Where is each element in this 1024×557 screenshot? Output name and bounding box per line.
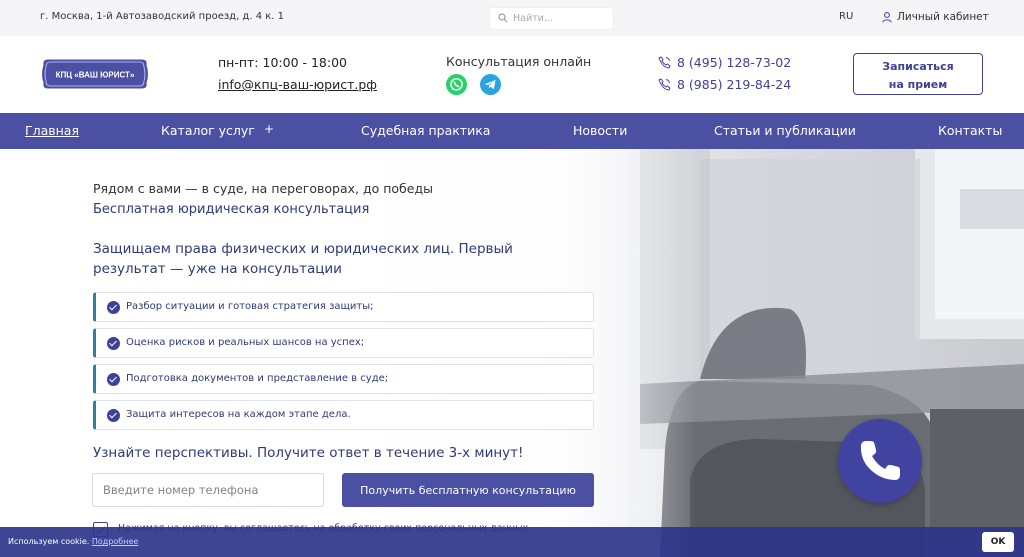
search-icon bbox=[498, 13, 508, 23]
phone-number-1: 8 (495) 128-73-02 bbox=[677, 55, 792, 70]
feature-item: Подготовка документов и представление в … bbox=[93, 364, 594, 394]
prospects-heading: Узнайте перспективы. Получите ответ в те… bbox=[93, 445, 524, 461]
hero-tagline: Рядом с вами — в суде, на переговорах, д… bbox=[93, 181, 433, 196]
nav-item-court-practice[interactable]: Судебная практика bbox=[361, 123, 490, 138]
consult-online-label: Консультация онлайн bbox=[446, 54, 592, 69]
working-hours: пн-пт: 10:00 - 18:00 bbox=[218, 55, 347, 70]
phone-call-icon bbox=[860, 441, 900, 480]
feature-text: Защита интересов на каждом этапе дела. bbox=[126, 409, 351, 420]
nav-item-news[interactable]: Новости bbox=[573, 123, 627, 138]
hero-section: Рядом с вами — в суде, на переговорах, д… bbox=[0, 149, 1024, 557]
feature-item: Разбор ситуации и готовая стратегия защи… bbox=[93, 292, 594, 322]
cookie-message: Используем cookie. Подробнее bbox=[8, 537, 138, 546]
hero-free-consult: Бесплатная юридическая консультация bbox=[93, 202, 370, 217]
site-header: КПЦ «ВАШ ЮРИСТ» пн-пт: 10:00 - 18:00 inf… bbox=[0, 36, 1024, 113]
check-icon bbox=[107, 409, 120, 422]
company-logo[interactable]: КПЦ «ВАШ ЮРИСТ» bbox=[40, 55, 150, 93]
cookie-more-link[interactable]: Подробнее bbox=[92, 537, 138, 546]
feature-item: Оценка рисков и реальных шансов на успех… bbox=[93, 328, 594, 358]
appointment-label-1: Записаться bbox=[882, 59, 954, 73]
main-nav: Главная Каталог услуг + Судебная практик… bbox=[0, 113, 1024, 149]
phone-link-2[interactable]: 8 (985) 219-84-24 bbox=[658, 77, 791, 92]
cookie-ok-button[interactable]: OK bbox=[982, 532, 1014, 552]
cabinet-label: Личный кабинет bbox=[897, 11, 989, 23]
personal-cabinet-link[interactable]: Личный кабинет bbox=[882, 11, 989, 23]
check-icon bbox=[107, 337, 120, 350]
feature-item: Защита интересов на каждом этапе дела. bbox=[93, 400, 594, 430]
address-text: г. Москва, 1-й Автозаводский проезд, д. … bbox=[40, 11, 285, 22]
nav-item-articles[interactable]: Статьи и публикации bbox=[714, 123, 856, 138]
telegram-icon[interactable] bbox=[480, 74, 501, 95]
phone-number-2: 8 (985) 219-84-24 bbox=[677, 77, 792, 92]
feature-text: Подготовка документов и представление в … bbox=[126, 373, 389, 384]
email-link[interactable]: info@кпц-ваш-юрист.рф bbox=[218, 77, 377, 92]
search-input[interactable] bbox=[513, 11, 608, 26]
get-free-consult-button[interactable]: Получить бесплатную консультацию bbox=[342, 473, 594, 507]
cookie-banner: Используем cookie. Подробнее OK bbox=[0, 527, 1024, 557]
phone-number-input[interactable] bbox=[92, 473, 324, 507]
phone-icon bbox=[658, 56, 671, 69]
phone-link-1[interactable]: 8 (495) 128-73-02 bbox=[658, 55, 791, 70]
language-switch[interactable]: RU bbox=[839, 11, 853, 22]
feature-text: Оценка рисков и реальных шансов на успех… bbox=[126, 337, 365, 348]
check-icon bbox=[107, 301, 120, 314]
feature-text: Разбор ситуации и готовая стратегия защи… bbox=[126, 301, 374, 312]
user-icon bbox=[882, 11, 892, 23]
phone-icon bbox=[658, 78, 671, 91]
nav-item-services[interactable]: Каталог услуг bbox=[161, 123, 255, 138]
nav-item-contacts[interactable]: Контакты bbox=[938, 123, 1002, 138]
whatsapp-icon[interactable] bbox=[446, 74, 467, 95]
nav-item-home[interactable]: Главная bbox=[25, 123, 79, 138]
cookie-text: Используем cookie. bbox=[8, 537, 90, 546]
appointment-button[interactable]: Записаться на прием bbox=[853, 53, 983, 95]
top-bar: г. Москва, 1-й Автозаводский проезд, д. … bbox=[0, 0, 1024, 36]
logo-text: КПЦ «ВАШ ЮРИСТ» bbox=[56, 71, 135, 80]
search-box[interactable] bbox=[490, 8, 613, 29]
services-expand-icon[interactable]: + bbox=[264, 122, 274, 136]
hero-headline: Защищаем права физических и юридических … bbox=[93, 241, 513, 277]
appointment-label-2: на прием bbox=[888, 77, 948, 91]
callback-button[interactable] bbox=[838, 419, 922, 503]
check-icon bbox=[107, 373, 120, 386]
